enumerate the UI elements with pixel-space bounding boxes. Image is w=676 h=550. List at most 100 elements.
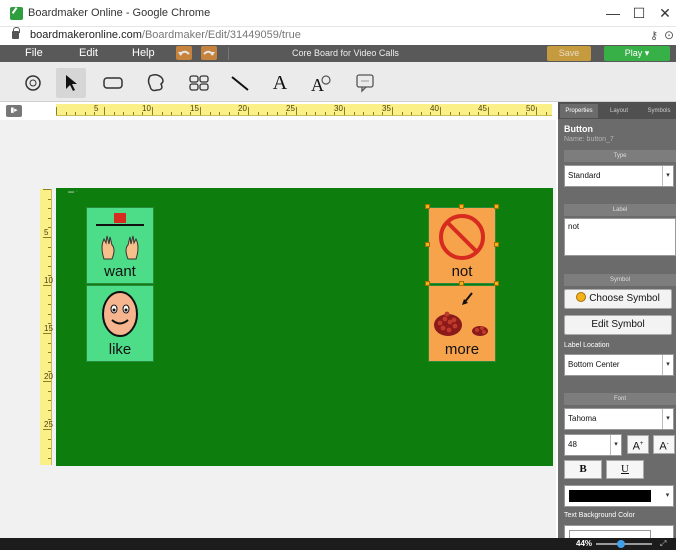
tab-symbols[interactable]: Symbols xyxy=(640,104,676,118)
resize-handle[interactable] xyxy=(425,242,430,247)
chevron-down-icon: ▾ xyxy=(610,435,621,455)
element-name: Name: button_7 xyxy=(564,136,614,143)
zoom-slider[interactable] xyxy=(596,540,652,548)
smiley-icon xyxy=(576,292,587,302)
font-section-header: Font xyxy=(564,393,676,405)
font-color-select[interactable]: ▾ xyxy=(564,485,674,507)
ruler-tick xyxy=(84,112,86,115)
redo-icon[interactable] xyxy=(201,46,217,60)
menu-help[interactable]: Help xyxy=(132,47,155,59)
maximize-button[interactable]: ☐ xyxy=(626,4,652,22)
extension-icon[interactable]: ⊙ xyxy=(664,28,674,42)
tab-layout[interactable]: Layout xyxy=(600,104,638,118)
url-text[interactable]: boardmakeronline.com/Boardmaker/Edit/314… xyxy=(30,29,301,41)
increase-font-icon[interactable]: A+ xyxy=(627,435,649,454)
button-label: not xyxy=(451,263,473,280)
resize-handle[interactable] xyxy=(459,204,464,209)
choose-symbol-button[interactable]: Choose Symbol xyxy=(564,289,672,309)
ruler-tick xyxy=(48,457,51,459)
decrease-font-icon[interactable]: A- xyxy=(653,435,675,454)
play-button[interactable]: Play ▾ xyxy=(604,46,670,61)
browser-title-bar: Boardmaker Online - Google Chrome — ☐ ✕ xyxy=(0,0,676,27)
ruler-tick xyxy=(132,112,134,115)
key-icon[interactable]: ⚷ xyxy=(650,29,658,42)
resize-handle[interactable] xyxy=(425,281,430,286)
ruler-tick xyxy=(363,112,365,115)
ruler-tick xyxy=(43,333,51,334)
ruler-tick xyxy=(516,112,518,115)
label-location-select[interactable]: Bottom Center ▾ xyxy=(564,354,674,376)
symbol-button-icon[interactable] xyxy=(184,68,214,98)
speech-bubble-icon[interactable] xyxy=(350,68,380,98)
ruler-label: 15 xyxy=(190,104,199,113)
minimize-button[interactable]: — xyxy=(600,4,626,22)
ruler-label: 25 xyxy=(44,420,53,429)
line-tool-icon[interactable] xyxy=(225,68,255,98)
font-family-select[interactable]: Tahoma ▾ xyxy=(564,408,674,430)
select-pointer-icon[interactable] xyxy=(56,68,86,98)
ruler-tick xyxy=(276,112,278,115)
choose-symbol-label: Choose Symbol xyxy=(589,293,660,304)
ruler-tick xyxy=(468,112,470,115)
board-button-more[interactable]: more xyxy=(428,285,496,362)
tab-properties[interactable]: Properties xyxy=(560,104,598,118)
text-tool-icon[interactable]: A xyxy=(265,68,295,98)
ruler-tick xyxy=(171,112,173,115)
fit-to-screen-icon[interactable]: ⤢ xyxy=(660,539,666,549)
ruler-tick xyxy=(43,237,51,238)
board-button-want[interactable]: want xyxy=(86,207,154,284)
resize-handle[interactable] xyxy=(494,204,499,209)
edit-symbol-button[interactable]: Edit Symbol xyxy=(564,315,672,335)
ruler-tick xyxy=(48,294,51,296)
type-select[interactable]: Standard ▾ xyxy=(564,165,674,187)
symbolate-text-icon[interactable]: A xyxy=(306,68,336,98)
panes-toggle-icon[interactable]: ▮▸ xyxy=(6,105,22,117)
resize-handle[interactable] xyxy=(494,242,499,247)
close-button[interactable]: ✕ xyxy=(652,4,676,22)
font-size-select[interactable]: 48 ▾ xyxy=(564,434,622,456)
board-button-like[interactable]: like xyxy=(86,285,154,362)
menu-divider xyxy=(228,47,229,60)
text-bg-swatch xyxy=(569,530,651,538)
ruler-tick xyxy=(113,112,115,115)
symbol-section-header: Symbol xyxy=(564,274,676,286)
ruler-tick xyxy=(56,107,57,115)
label-textarea[interactable]: not xyxy=(564,218,676,256)
url-path: /Boardmaker/Edit/31449059/true xyxy=(141,29,301,41)
resize-handle[interactable] xyxy=(425,204,430,209)
ruler-tick xyxy=(75,112,77,115)
undo-icon[interactable] xyxy=(176,46,192,60)
horizontal-ruler: 5 10 15 20 25 30 35 40 45 50 xyxy=(56,104,552,116)
label-section-header: Label xyxy=(564,204,676,216)
ruler-tick xyxy=(43,189,51,190)
text-background-color-select[interactable] xyxy=(564,525,674,538)
symbolate-tool-icon[interactable] xyxy=(18,68,48,98)
more-beans-icon xyxy=(434,292,488,336)
ruler-tick xyxy=(48,313,51,315)
save-button[interactable]: Save xyxy=(547,46,591,61)
zoom-slider-knob[interactable] xyxy=(616,540,625,548)
menu-file[interactable]: File xyxy=(25,47,43,59)
drawing-toolbar: A A xyxy=(0,62,676,102)
resize-handle[interactable] xyxy=(459,281,464,286)
text-background-color-title: Text Background Color xyxy=(564,512,635,519)
font-color-swatch xyxy=(569,490,651,502)
ruler-label: 35 xyxy=(382,104,391,113)
ruler-tick xyxy=(48,409,51,411)
board-canvas[interactable]: ▬ ◦ want like not more xyxy=(56,188,553,466)
menu-edit[interactable]: Edit xyxy=(79,47,98,59)
ruler-tick xyxy=(200,107,201,115)
underline-button[interactable]: U xyxy=(606,460,644,479)
ruler-tick xyxy=(48,390,51,392)
properties-panel: Properties Layout Symbols Button Name: b… xyxy=(558,102,676,538)
ruler-tick xyxy=(48,246,51,248)
resize-handle[interactable] xyxy=(494,281,499,286)
freeform-shape-icon[interactable] xyxy=(141,68,171,98)
ruler-tick xyxy=(459,112,461,115)
address-bar[interactable]: boardmakeronline.com/Boardmaker/Edit/314… xyxy=(0,27,676,45)
ruler-tick xyxy=(420,112,422,115)
bold-button[interactable]: B xyxy=(564,460,602,479)
button-shape-icon[interactable] xyxy=(98,68,128,98)
panel-tabs: Properties Layout Symbols xyxy=(558,102,676,119)
board-button-not[interactable]: not xyxy=(428,207,496,284)
